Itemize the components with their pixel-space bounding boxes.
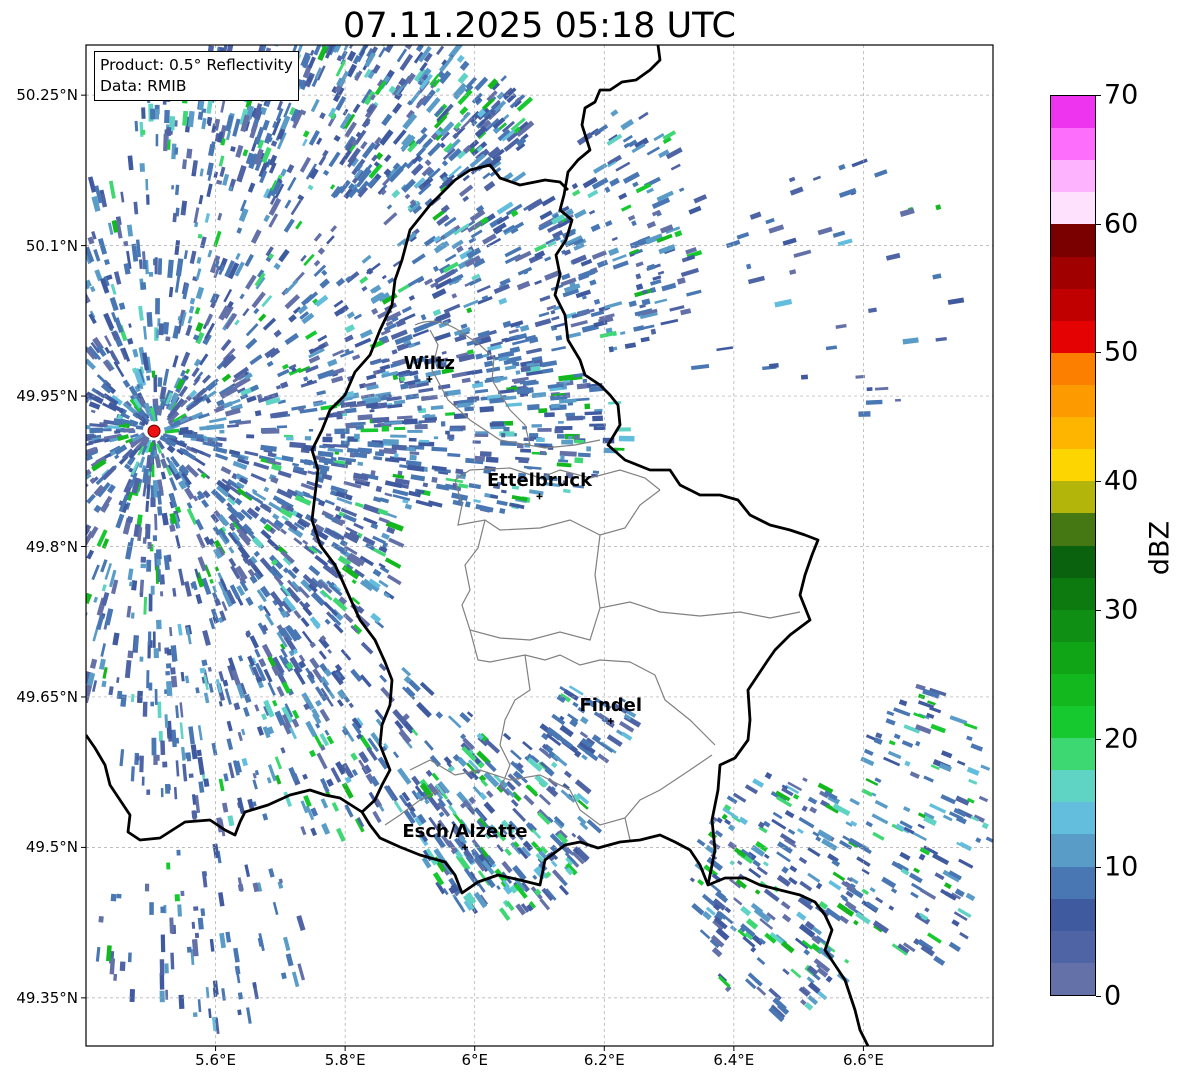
colorbar-segment xyxy=(1051,288,1095,321)
colorbar-segment xyxy=(1051,833,1095,867)
colorbar-segment xyxy=(1051,673,1095,707)
colorbar-segment xyxy=(1051,256,1095,289)
colorbar-tick-label: 70 xyxy=(1104,79,1139,111)
radar-map[interactable] xyxy=(0,0,1184,1081)
lat-tick-label: 50.1°N xyxy=(25,236,78,255)
lat-tick-label: 49.8°N xyxy=(25,537,78,556)
colorbar-segment xyxy=(1051,641,1095,674)
colorbar-segment xyxy=(1051,448,1095,482)
city-label: Findel xyxy=(579,695,643,717)
lon-tick-label: 6.6°E xyxy=(843,1051,884,1069)
colorbar-tick-label: 30 xyxy=(1104,594,1139,626)
colorbar-tick-label: 40 xyxy=(1104,465,1139,497)
colorbar-segment xyxy=(1051,480,1095,514)
colorbar-segment xyxy=(1051,577,1095,610)
colorbar-segment xyxy=(1051,737,1095,771)
colorbar-tick xyxy=(1096,352,1101,354)
colorbar-tick-label: 60 xyxy=(1104,208,1139,240)
lat-tick-label: 49.35°N xyxy=(16,988,78,1007)
city-label: Wiltz xyxy=(403,353,455,374)
colorbar-tick-label: 50 xyxy=(1104,336,1139,368)
lon-tick-label: 6°E xyxy=(461,1051,488,1069)
colorbar-segment xyxy=(1051,320,1095,353)
colorbar-segment xyxy=(1051,609,1095,642)
colorbar-tick xyxy=(1096,738,1101,740)
lat-tick-label: 49.95°N xyxy=(16,387,78,406)
colorbar-segment xyxy=(1051,191,1095,225)
colorbar-segment xyxy=(1051,127,1095,161)
colorbar-tick-label: 0 xyxy=(1104,980,1122,1012)
colorbar-segment xyxy=(1051,159,1095,193)
colorbar-tick-label: 20 xyxy=(1104,723,1139,755)
city-label: Ettelbruck xyxy=(486,470,593,492)
colorbar-tick xyxy=(1096,609,1101,611)
colorbar-segment xyxy=(1051,801,1095,835)
colorbar-segment xyxy=(1051,962,1095,995)
colorbar-tick xyxy=(1096,481,1101,483)
colorbar-segment xyxy=(1051,416,1095,450)
city-label: Esch/Alzette xyxy=(402,821,528,843)
colorbar-label: dBZ xyxy=(1144,520,1176,576)
lon-tick-label: 5.6°E xyxy=(195,1051,236,1069)
data-source-label: Data: RMIB xyxy=(100,77,187,95)
colorbar-segment xyxy=(1051,866,1095,899)
colorbar-tick xyxy=(1096,996,1101,997)
colorbar-tick xyxy=(1096,223,1101,225)
colorbar-segment xyxy=(1051,705,1095,739)
colorbar-segment xyxy=(1051,930,1095,963)
colorbar-segment xyxy=(1051,898,1095,931)
product-label: Product: 0.5° Reflectivity xyxy=(100,56,293,74)
colorbar-segment xyxy=(1051,512,1095,546)
lon-tick-label: 6.2°E xyxy=(583,1051,625,1069)
colorbar-segment xyxy=(1051,352,1095,385)
lon-tick-label: 5.8°E xyxy=(324,1051,366,1069)
lat-tick-label: 49.5°N xyxy=(25,838,78,857)
colorbar-segment xyxy=(1051,545,1095,578)
lat-tick-label: 49.65°N xyxy=(16,687,78,706)
colorbar-segment xyxy=(1051,223,1095,257)
product-info-box: Product: 0.5° Reflectivity Data: RMIB xyxy=(94,51,299,101)
colorbar-tick xyxy=(1096,95,1101,96)
radar-site-marker[interactable] xyxy=(147,424,161,438)
colorbar-tick xyxy=(1096,867,1101,869)
colorbar-segment xyxy=(1051,95,1095,129)
colorbar-tick-label: 10 xyxy=(1104,851,1139,883)
lon-tick-label: 6.4°E xyxy=(713,1051,755,1069)
colorbar-segment xyxy=(1051,769,1095,803)
lat-tick-label: 50.25°N xyxy=(16,86,78,105)
colorbar-segment xyxy=(1051,384,1095,418)
colorbar xyxy=(1050,95,1096,996)
